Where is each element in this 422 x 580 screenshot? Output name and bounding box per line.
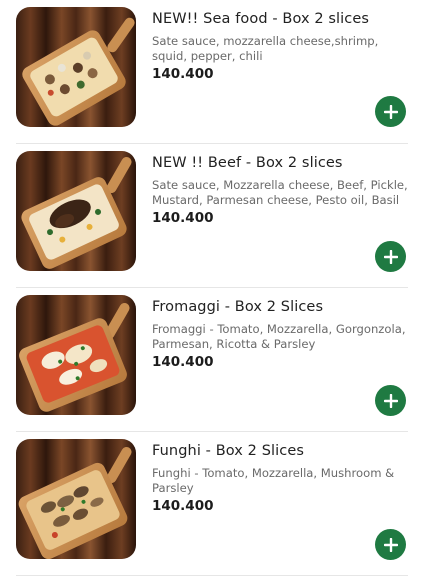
divider <box>16 575 408 576</box>
item-price: 140.400 <box>152 66 214 82</box>
plus-icon <box>383 249 398 264</box>
mushroom-pizza-photo[interactable] <box>16 439 136 559</box>
item-description: Fromaggi - Tomato, Mozzarella, Gorgonzol… <box>152 322 406 351</box>
item-price: 140.400 <box>152 354 214 370</box>
menu-item-fromaggi[interactable]: Fromaggi - Box 2 Slices Fromaggi - Tomat… <box>0 288 422 432</box>
add-to-cart-button[interactable] <box>375 385 406 416</box>
menu-item-funghi[interactable]: Funghi - Box 2 Slices Funghi - Tomato, M… <box>0 432 422 576</box>
add-to-cart-button[interactable] <box>375 241 406 272</box>
menu-item-beef[interactable]: NEW !! Beef - Box 2 slices Sate sauce, M… <box>0 144 422 288</box>
plus-icon <box>383 104 398 119</box>
item-price: 140.400 <box>152 498 214 514</box>
seafood-pizza-photo[interactable] <box>16 7 136 127</box>
menu-item-seafood[interactable]: NEW!! Sea food - Box 2 slices Sate sauce… <box>0 0 422 144</box>
plus-icon <box>383 537 398 552</box>
add-to-cart-button[interactable] <box>375 529 406 560</box>
cheese-pizza-photo[interactable] <box>16 295 136 415</box>
item-title: Funghi - Box 2 Slices <box>152 443 305 459</box>
item-title: NEW !! Beef - Box 2 slices <box>152 155 343 171</box>
item-description: Sate sauce, mozzarella cheese,shrimp, sq… <box>152 34 379 63</box>
item-description: Sate sauce, Mozzarella cheese, Beef, Pic… <box>152 178 408 207</box>
item-title: Fromaggi - Box 2 Slices <box>152 299 324 315</box>
plus-icon <box>383 393 398 408</box>
item-price: 140.400 <box>152 210 214 226</box>
item-description: Funghi - Tomato, Mozzarella, Mushroom & … <box>152 466 395 495</box>
beef-pizza-photo[interactable] <box>16 151 136 271</box>
item-title: NEW!! Sea food - Box 2 slices <box>152 11 370 27</box>
add-to-cart-button[interactable] <box>375 96 406 127</box>
